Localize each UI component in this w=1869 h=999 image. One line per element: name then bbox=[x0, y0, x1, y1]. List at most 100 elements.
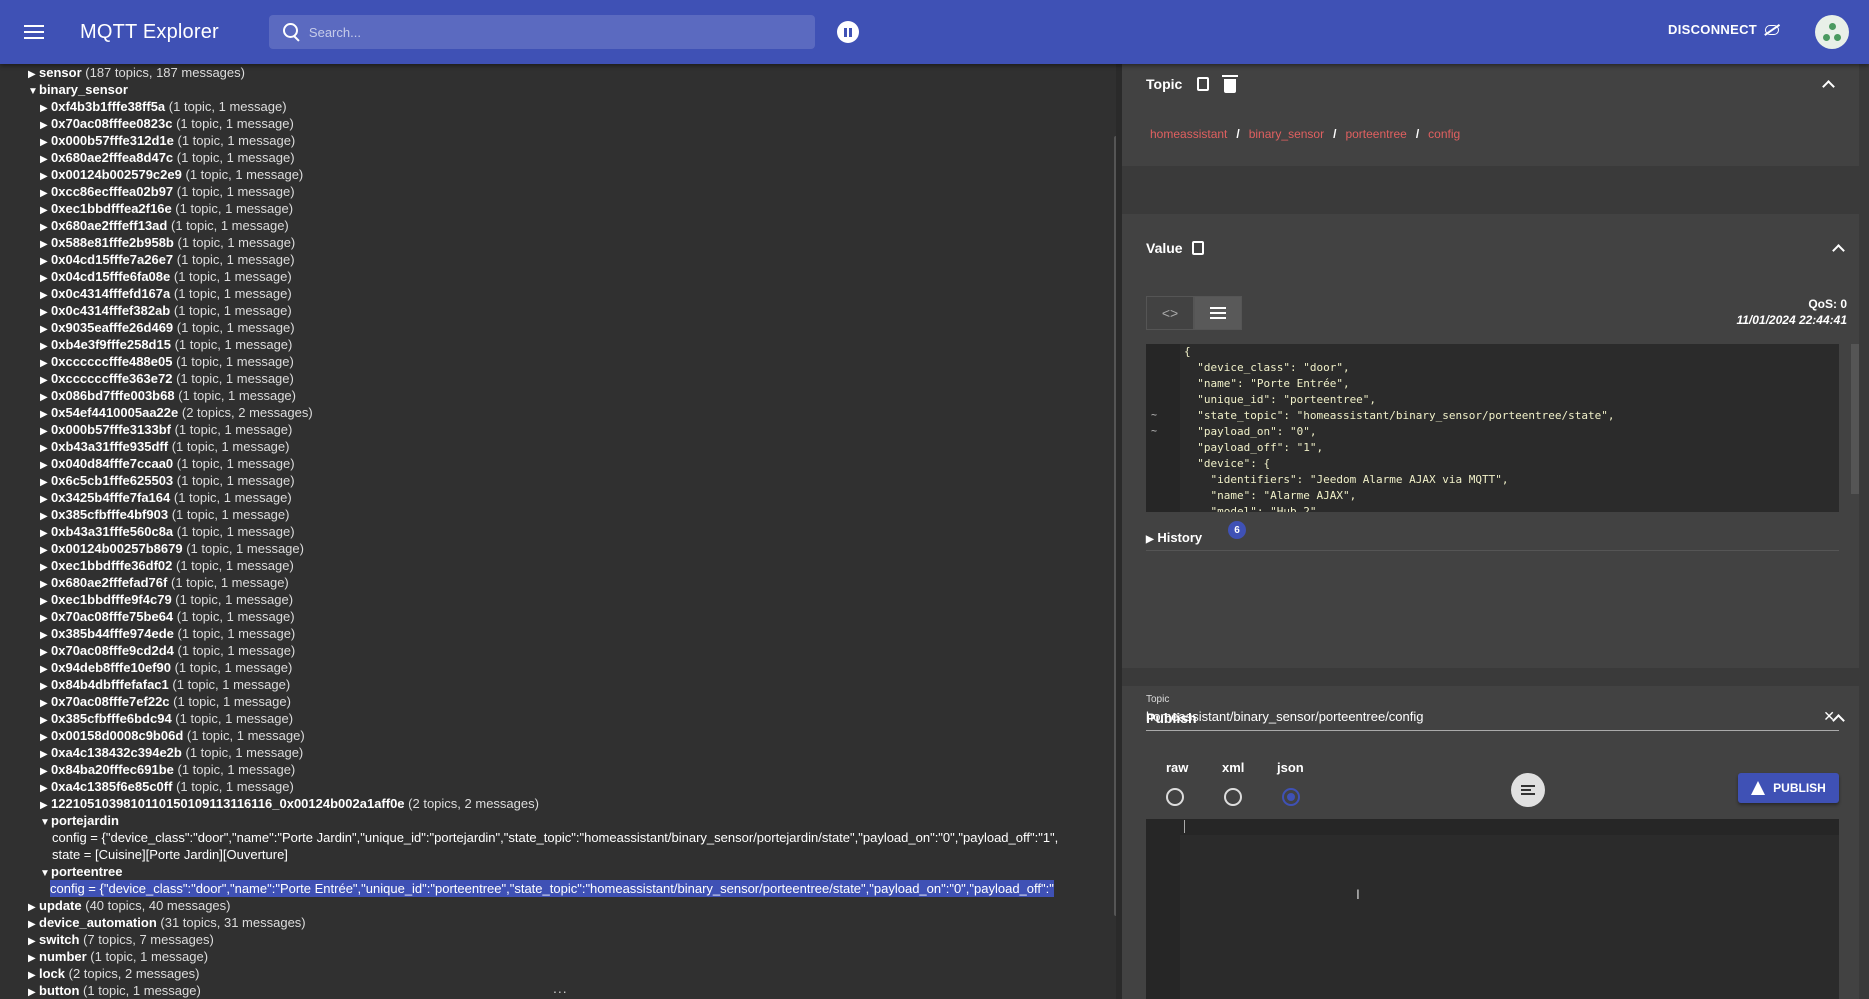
tree-row[interactable]: ▶ 0xb4e3f9fffe258d15 (1 topic, 1 message) bbox=[0, 336, 1116, 353]
tree-node-name[interactable]: 0xf4b3b1fffe38ff5a bbox=[51, 99, 165, 114]
tree-row[interactable]: ▶ 0xec1bbdfffea2f16e (1 topic, 1 message) bbox=[0, 200, 1116, 217]
tree-row[interactable]: ▶ 0xb43a31fffe560c8a (1 topic, 1 message) bbox=[0, 523, 1116, 540]
collapse-triangle-icon[interactable]: ▼ bbox=[28, 83, 39, 100]
tree-value[interactable]: config = {"device_class":"door","name":"… bbox=[50, 880, 1054, 897]
tree-row[interactable]: ▶ 0x000b57fffe312d1e (1 topic, 1 message) bbox=[0, 132, 1116, 149]
tree-node-name[interactable]: 0xccccccfffe488e05 bbox=[51, 354, 172, 369]
tree-node-name[interactable]: 0x680ae2fffeff13ad bbox=[51, 218, 167, 233]
tree-node-name[interactable]: 0xcc86ecfffea02b97 bbox=[51, 184, 173, 199]
tree-row[interactable]: ▼portejardin bbox=[0, 812, 1116, 829]
crumb-homeassistant[interactable]: homeassistant bbox=[1150, 127, 1227, 141]
tree-row[interactable]: ▶ 0xec1bbdfffe36df02 (1 topic, 1 message) bbox=[0, 557, 1116, 574]
tree-row[interactable]: ▶ 0x000b57fffe3133bf (1 topic, 1 message) bbox=[0, 421, 1116, 438]
tree-node-name[interactable]: 0x00158d0008c9b06d bbox=[51, 728, 183, 743]
tree-node-name[interactable]: 0x040d84fffe7ccaa0 bbox=[51, 456, 173, 471]
tree-node-name[interactable]: 0x00124b00257b8679 bbox=[51, 541, 183, 556]
crumb-porteentree[interactable]: porteentree bbox=[1345, 127, 1406, 141]
tree-row[interactable]: ▶ 0xb43a31fffe935dff (1 topic, 1 message) bbox=[0, 438, 1116, 455]
tree-row[interactable]: ▶ 0xa4c138432c394e2b (1 topic, 1 message) bbox=[0, 744, 1116, 761]
tree-node-name[interactable]: 0xec1bbdfffea2f16e bbox=[51, 201, 172, 216]
tree-row[interactable]: ▶ 0x6c5cb1fffe625503 (1 topic, 1 message) bbox=[0, 472, 1116, 489]
tree-row[interactable]: ▶ 1221051039810110150109113116116_0x00124… bbox=[0, 795, 1116, 812]
tree-node-name[interactable]: 0x385cfbfffe6bdc94 bbox=[51, 711, 172, 726]
tree-node-name[interactable]: 0x000b57fffe3133bf bbox=[51, 422, 171, 437]
expand-triangle-icon[interactable]: ▶ bbox=[28, 984, 39, 999]
tree-node-name[interactable]: 0x04cd15fffe6fa08e bbox=[51, 269, 170, 284]
tree-row[interactable]: ▼binary_sensor bbox=[0, 81, 1116, 98]
tree-row[interactable]: ▶ 0x385cfbfffe4bf903 (1 topic, 1 message) bbox=[0, 506, 1116, 523]
code-view-button[interactable]: <> bbox=[1146, 296, 1194, 330]
tree-row[interactable]: ▶ 0x70ac08fffe75be64 (1 topic, 1 message) bbox=[0, 608, 1116, 625]
tree-row-selected[interactable]: config = {"device_class":"door","name":"… bbox=[0, 880, 1116, 897]
tree-node-name[interactable]: 0xa4c138432c394e2b bbox=[51, 745, 182, 760]
tree-node-name[interactable]: 0xb43a31fffe560c8a bbox=[51, 524, 173, 539]
tree-node-name[interactable]: 1221051039810110150109113116116_0x00124b… bbox=[51, 796, 405, 811]
history-toggle[interactable]: ▶ History 6 bbox=[1146, 521, 1839, 550]
tree-node-name[interactable]: 0x70ac08fffe7ef22c bbox=[51, 694, 170, 709]
copy-value-icon[interactable] bbox=[1192, 241, 1204, 255]
tree-row[interactable]: ▶ update (40 topics, 40 messages) bbox=[0, 897, 1116, 914]
search-box[interactable] bbox=[268, 15, 815, 49]
clear-icon[interactable]: ✕ bbox=[1823, 708, 1835, 725]
tree-row[interactable]: ▼porteentree bbox=[0, 863, 1116, 880]
tree-row[interactable]: ▶ 0x588e81fffe2b958b (1 topic, 1 message) bbox=[0, 234, 1116, 251]
tree-node-name[interactable]: 0x54ef4410005aa22e bbox=[51, 405, 178, 420]
tree-row[interactable]: ▶ 0x00124b002579c2e9 (1 topic, 1 message) bbox=[0, 166, 1116, 183]
tree-node-name[interactable]: 0x84ba20fffec691be bbox=[51, 762, 174, 777]
tree-node-name[interactable]: porteentree bbox=[51, 864, 123, 879]
tree-row[interactable]: state = [Cuisine][Porte Jardin][Ouvertur… bbox=[0, 846, 1116, 863]
tree-node-name[interactable]: portejardin bbox=[51, 813, 119, 828]
tree-row[interactable]: ▶ 0x94deb8fffe10ef90 (1 topic, 1 message) bbox=[0, 659, 1116, 676]
tree-row[interactable]: ▶ 0x086bd7fffe003b68 (1 topic, 1 message) bbox=[0, 387, 1116, 404]
tree-row[interactable]: ▶ number (1 topic, 1 message) bbox=[0, 948, 1116, 965]
tree-node-name[interactable]: 0x9035eafffe26d469 bbox=[51, 320, 173, 335]
tree-node-name[interactable]: 0xb43a31fffe935dff bbox=[51, 439, 168, 454]
format-xml-radio[interactable] bbox=[1224, 788, 1242, 806]
collapse-triangle-icon[interactable]: ▼ bbox=[40, 814, 51, 831]
publish-topic-value[interactable]: homeassistant/binary_sensor/porteentree/… bbox=[1146, 709, 1424, 724]
copy-topic-icon[interactable] bbox=[1197, 77, 1209, 91]
tree-row[interactable]: ▶ 0x00124b00257b8679 (1 topic, 1 message) bbox=[0, 540, 1116, 557]
tree-row[interactable]: ▶ 0x680ae2fffeff13ad (1 topic, 1 message) bbox=[0, 217, 1116, 234]
tree-node-name[interactable]: 0x70ac08fffee0823c bbox=[51, 116, 172, 131]
tree-node-name[interactable]: update bbox=[39, 898, 82, 913]
tree-node-name[interactable]: 0x588e81fffe2b958b bbox=[51, 235, 174, 250]
tree-node-name[interactable]: 0x086bd7fffe003b68 bbox=[51, 388, 175, 403]
topic-tree[interactable]: ▶ sensor (187 topics, 187 messages) ▼binar… bbox=[0, 64, 1116, 999]
tree-row[interactable]: ▶ 0x04cd15fffe6fa08e (1 topic, 1 message) bbox=[0, 268, 1116, 285]
tree-row[interactable]: ▶ 0x00158d0008c9b06d (1 topic, 1 message) bbox=[0, 727, 1116, 744]
tree-row[interactable]: ▶ switch (7 topics, 7 messages) bbox=[0, 931, 1116, 948]
list-view-button[interactable] bbox=[1194, 296, 1242, 330]
tree-node-name[interactable]: 0x70ac08fffe9cd2d4 bbox=[51, 643, 174, 658]
tree-row[interactable]: ▶ sensor (187 topics, 187 messages) bbox=[0, 64, 1116, 81]
tree-row[interactable]: ▶ 0x0c4314fffefd167a (1 topic, 1 message) bbox=[0, 285, 1116, 302]
tree-row[interactable]: ▶ 0xf4b3b1fffe38ff5a (1 topic, 1 message) bbox=[0, 98, 1116, 115]
tree-row[interactable]: ▶ 0x040d84fffe7ccaa0 (1 topic, 1 message) bbox=[0, 455, 1116, 472]
tree-row[interactable]: config = {"device_class":"door","name":"… bbox=[0, 829, 1116, 846]
tree-row[interactable]: ▶ 0xcc86ecfffea02b97 (1 topic, 1 message) bbox=[0, 183, 1116, 200]
publish-topic-field[interactable]: homeassistant/binary_sensor/porteentree/… bbox=[1146, 708, 1839, 731]
tree-node-name[interactable]: 0x84b4dbfffefafac1 bbox=[51, 677, 169, 692]
tree-row[interactable]: ▶ 0xccccccfffe488e05 (1 topic, 1 message) bbox=[0, 353, 1116, 370]
tree-row[interactable]: ▶ 0xccccccfffe363e72 (1 topic, 1 message) bbox=[0, 370, 1116, 387]
publish-button[interactable]: PUBLISH bbox=[1738, 773, 1839, 803]
format-json-button[interactable] bbox=[1511, 773, 1545, 807]
tree-row[interactable]: ▶ 0x84b4dbfffefafac1 (1 topic, 1 message) bbox=[0, 676, 1116, 693]
tree-node-name[interactable]: 0xb4e3f9fffe258d15 bbox=[51, 337, 171, 352]
tree-row[interactable]: ▶ 0x70ac08fffee0823c (1 topic, 1 message) bbox=[0, 115, 1116, 132]
format-json-radio[interactable] bbox=[1282, 788, 1300, 806]
tree-node-name[interactable]: 0x385cfbfffe4bf903 bbox=[51, 507, 168, 522]
tree-row[interactable]: ▶ 0x680ae2fffea8d47c (1 topic, 1 message) bbox=[0, 149, 1116, 166]
tree-node-name[interactable]: binary_sensor bbox=[39, 82, 128, 97]
tree-row[interactable]: ▶ 0x385b44fffe974ede (1 topic, 1 message) bbox=[0, 625, 1116, 642]
tree-node-name[interactable]: 0xa4c1385f6e85c0ff bbox=[51, 779, 172, 794]
tree-row[interactable]: ▶ device_automation (31 topics, 31 messag… bbox=[0, 914, 1116, 931]
tree-row[interactable]: ▶ 0x04cd15fffe7a26e7 (1 topic, 1 message) bbox=[0, 251, 1116, 268]
delete-topic-icon[interactable] bbox=[1222, 75, 1238, 93]
tree-node-name[interactable]: 0x04cd15fffe7a26e7 bbox=[51, 252, 173, 267]
tree-node-name[interactable]: 0x680ae2fffea8d47c bbox=[51, 150, 173, 165]
tree-node-name[interactable]: 0x3425b4fffe7fa164 bbox=[51, 490, 170, 505]
avatar[interactable] bbox=[1815, 15, 1849, 49]
search-input[interactable] bbox=[308, 24, 799, 40]
value-scrollbar[interactable] bbox=[1851, 344, 1859, 494]
